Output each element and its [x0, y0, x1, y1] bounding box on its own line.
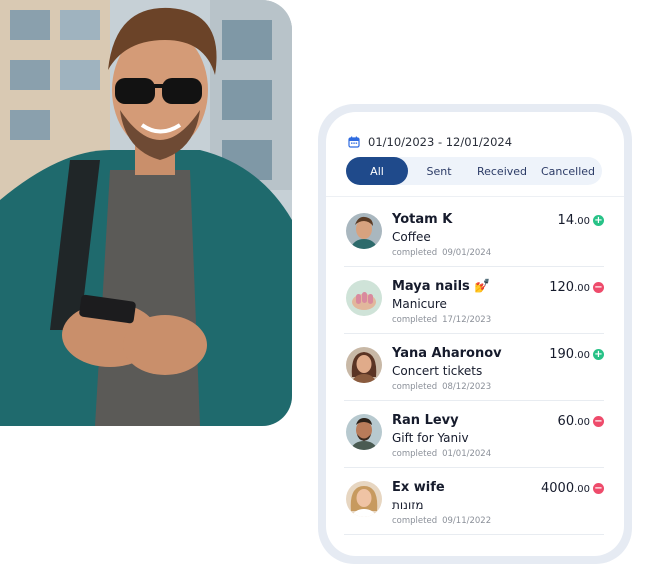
- transaction-amount: 120.00: [549, 280, 590, 295]
- amount-decimal: .00: [574, 283, 590, 294]
- transaction-amount: 14.00: [558, 213, 590, 228]
- transaction-description: Concert tickets: [392, 364, 483, 378]
- avatar: [346, 280, 382, 316]
- status-label: completed: [392, 516, 438, 526]
- transaction-date: 01/01/2024: [442, 449, 492, 459]
- transaction-row[interactable]: Ex wife מזונות completed 09/11/2022 4000.…: [344, 468, 604, 535]
- contact-name: Maya nails 💅: [392, 279, 491, 294]
- amount-integer: 60: [557, 414, 575, 429]
- transaction-row[interactable]: Maya nails 💅 Manicure completed 17/12/202…: [344, 267, 604, 334]
- status-label: completed: [392, 449, 438, 459]
- transaction-amount: 4000.00: [541, 481, 590, 496]
- amount-integer: 14: [557, 213, 575, 228]
- minus-circle-icon: −: [593, 282, 604, 293]
- status-label: completed: [392, 382, 438, 392]
- minus-circle-icon: −: [593, 483, 604, 494]
- transaction-status: completed 01/01/2024: [392, 449, 491, 459]
- plus-circle-icon: +: [593, 349, 604, 360]
- amount-integer: 4000: [541, 481, 575, 496]
- tab-sent[interactable]: Sent: [408, 157, 470, 185]
- avatar: [346, 481, 382, 517]
- transaction-status: completed 08/12/2023: [392, 382, 491, 392]
- transaction-row[interactable]: Ran Levy Gift for Yaniv completed 01/01/2…: [344, 401, 604, 468]
- date-range-filter[interactable]: 01/10/2023 - 12/01/2024: [348, 133, 512, 151]
- tab-received[interactable]: Received: [470, 157, 534, 185]
- plus-circle-icon: +: [593, 215, 604, 226]
- transaction-status: completed 09/01/2024: [392, 248, 491, 258]
- transactions-screen: 01/10/2023 - 12/01/2024 All Sent Receive…: [326, 112, 624, 556]
- phone-frame: 01/10/2023 - 12/01/2024 All Sent Receive…: [318, 104, 632, 564]
- amount-decimal: .00: [574, 350, 590, 361]
- transaction-date: 17/12/2023: [442, 315, 492, 325]
- contact-name: Yotam K: [392, 212, 453, 227]
- avatar: [346, 347, 382, 383]
- transaction-description: Coffee: [392, 230, 431, 244]
- date-range-label: 01/10/2023 - 12/01/2024: [368, 135, 513, 149]
- transaction-row[interactable]: Yotam K Coffee completed 09/01/2024 14.00…: [344, 200, 604, 267]
- status-label: completed: [392, 248, 438, 258]
- transaction-status: completed 17/12/2023: [392, 315, 491, 325]
- transaction-description: Gift for Yaniv: [392, 431, 469, 445]
- transaction-description: Manicure: [392, 297, 447, 311]
- transaction-date: 09/11/2022: [442, 516, 492, 526]
- contact-name: Ex wife: [392, 480, 445, 495]
- transaction-amount: 190.00: [549, 347, 590, 362]
- amount-decimal: .00: [574, 417, 590, 428]
- calendar-icon: [348, 136, 360, 148]
- avatar: [346, 213, 382, 249]
- transaction-amount: 60.00: [558, 414, 590, 429]
- transaction-date: 09/01/2024: [442, 248, 492, 258]
- contact-name: Yana Aharonov: [392, 346, 502, 361]
- status-label: completed: [392, 315, 438, 325]
- transaction-list: Yotam K Coffee completed 09/01/2024 14.00…: [344, 200, 604, 535]
- tab-cancelled[interactable]: Cancelled: [534, 157, 602, 185]
- avatar: [346, 414, 382, 450]
- amount-decimal: .00: [574, 216, 590, 227]
- amount-integer: 120: [549, 280, 575, 295]
- amount-decimal: .00: [574, 484, 590, 495]
- transaction-row[interactable]: Yana Aharonov Concert tickets completed 0…: [344, 334, 604, 401]
- transaction-type-tabs: All Sent Received Cancelled: [346, 157, 602, 185]
- man-with-phone-illustration: [0, 0, 292, 426]
- minus-circle-icon: −: [593, 416, 604, 427]
- tab-all[interactable]: All: [346, 157, 408, 185]
- transaction-status: completed 09/11/2022: [392, 516, 491, 526]
- divider: [326, 196, 624, 197]
- contact-name: Ran Levy: [392, 413, 459, 428]
- amount-integer: 190: [549, 347, 575, 362]
- transaction-description: מזונות: [392, 498, 424, 512]
- transaction-date: 08/12/2023: [442, 382, 492, 392]
- hero-photo: [0, 0, 292, 426]
